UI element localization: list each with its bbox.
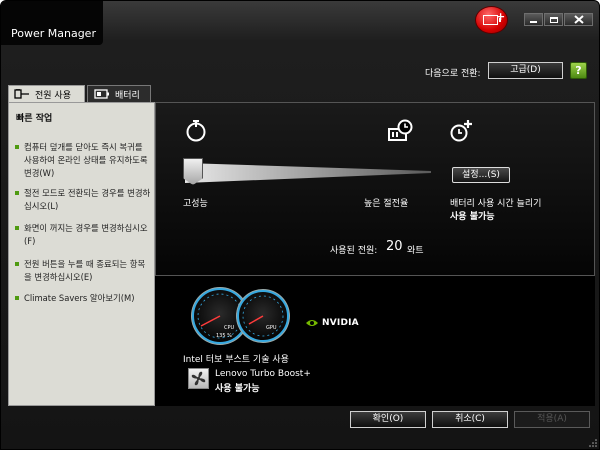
- quick-action-power-button[interactable]: 전원 버튼을 누를 때 종료되는 항목을 변경하십시오(E): [15, 258, 151, 284]
- window-title: Power Manager: [11, 27, 96, 40]
- intel-turbo-label: Intel 터보 부스트 기술 사용: [183, 355, 289, 365]
- battery-timer-icon: [388, 119, 413, 141]
- window-controls: [524, 13, 593, 26]
- tab-power-use[interactable]: 전원 사용: [8, 85, 85, 102]
- quick-action-climate-savers[interactable]: Climate Savers 알아보기(M): [15, 292, 151, 305]
- lenovo-turbo-label: Lenovo Turbo Boost+: [215, 369, 311, 379]
- settings-button[interactable]: 설정...(S): [452, 167, 510, 183]
- close-button[interactable]: [564, 13, 593, 26]
- bullet-icon: [15, 145, 19, 149]
- title-bar: Power Manager: [1, 1, 103, 45]
- nvidia-logo: NVIDIA: [305, 318, 359, 328]
- extend-battery-label: 배터리 사용 시간 늘리기: [450, 199, 542, 209]
- quick-action-sleep[interactable]: 절전 모드로 전환되는 경우를 변경하십시오(L): [15, 187, 151, 213]
- used-power-unit: 와트: [407, 246, 424, 256]
- quick-actions-title: 빠른 작업: [16, 114, 53, 124]
- bullet-icon: [15, 226, 19, 230]
- bullet-icon: [15, 191, 19, 195]
- battery-alert-badge-icon: +: [475, 6, 508, 34]
- power-slider-track: [185, 163, 431, 183]
- maximize-button[interactable]: [544, 13, 563, 26]
- gpu-gauge: GPU: [236, 289, 290, 343]
- quick-action-display-off[interactable]: 화면이 꺼지는 경우를 변경하십시오(F): [15, 222, 151, 248]
- tab-battery-label: 배터리: [115, 90, 140, 101]
- used-power-value: 20: [386, 239, 403, 254]
- plus-icon: +: [496, 10, 506, 23]
- bullet-icon: [15, 296, 19, 300]
- bullet-icon: [15, 262, 19, 266]
- power-manager-window: Power Manager + 다음으로 전환: 고급(D) ? 전원 사용 배…: [0, 0, 600, 450]
- cpu-gauge-label: CPU: [224, 325, 235, 331]
- add-time-icon: [450, 120, 472, 142]
- cpu-gpu-gauges: CPU 135 % GPU: [191, 287, 290, 345]
- quick-actions-panel: 빠른 작업 컴퓨터 덮개를 닫아도 즉시 복귀를 사용하여 온라인 상태를 유지…: [8, 102, 155, 406]
- maximize-icon: [549, 16, 558, 23]
- high-saving-label: 높은 절전율: [364, 199, 409, 209]
- extend-battery-status: 사용 불가능: [450, 212, 495, 222]
- stopwatch-icon: [186, 120, 206, 142]
- help-icon[interactable]: ?: [570, 62, 587, 79]
- apply-button[interactable]: 적용(A): [514, 411, 590, 428]
- high-performance-label: 고성능: [183, 199, 208, 209]
- cancel-button[interactable]: 취소(C): [432, 411, 508, 428]
- ok-button[interactable]: 확인(O): [350, 411, 426, 428]
- quick-action-lid-close[interactable]: 컴퓨터 덮개를 닫아도 즉시 복귀를 사용하여 온라인 상태를 유지하도록 변경…: [15, 141, 151, 180]
- tab-battery[interactable]: 배터리: [87, 85, 151, 102]
- cpu-gauge-value: 135 %: [216, 333, 232, 339]
- fan-icon: [191, 371, 206, 386]
- resize-grip-icon[interactable]: [589, 439, 597, 447]
- tab-power-use-label: 전원 사용: [35, 90, 71, 101]
- minimize-button[interactable]: [524, 13, 543, 26]
- minimize-icon: [530, 20, 537, 23]
- nvidia-eye-icon: [306, 320, 318, 326]
- close-icon: [573, 15, 584, 24]
- power-plug-icon: [14, 89, 29, 99]
- lenovo-turbo-status: 사용 불가능: [215, 384, 260, 394]
- advanced-button[interactable]: 고급(D): [488, 62, 563, 79]
- battery-icon: [94, 89, 109, 99]
- gpu-gauge-label: GPU: [266, 325, 277, 331]
- lenovo-turbo-fan-icon: [188, 368, 209, 389]
- used-power-label: 사용된 전원:: [330, 246, 378, 256]
- switch-label: 다음으로 전환:: [425, 69, 481, 79]
- nvidia-brand-text: NVIDIA: [322, 318, 359, 328]
